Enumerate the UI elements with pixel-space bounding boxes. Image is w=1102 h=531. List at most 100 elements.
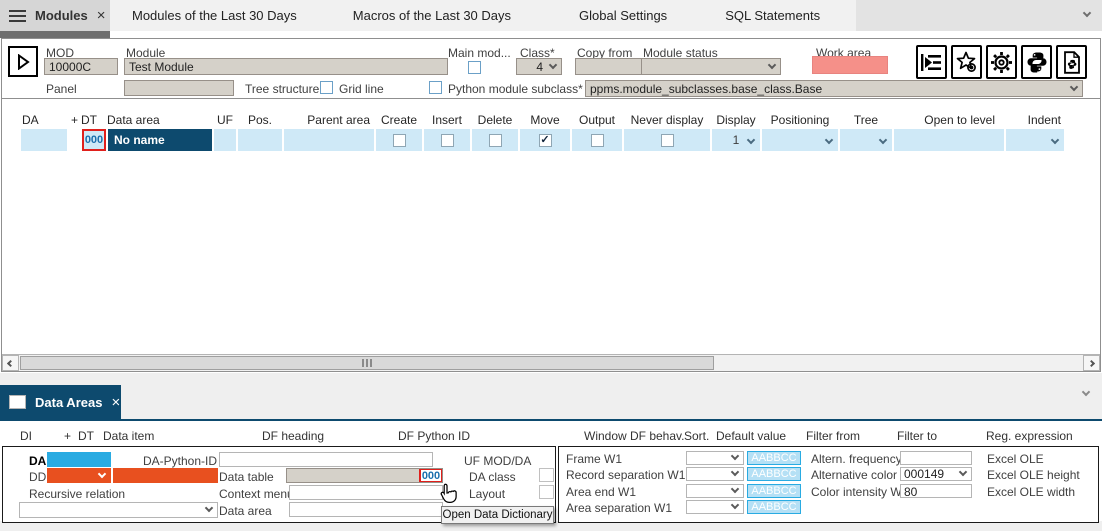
python-button[interactable]: [1021, 45, 1052, 79]
module-name-input[interactable]: Test Module: [124, 58, 448, 75]
delete-checkbox[interactable]: [489, 134, 502, 147]
module-toolbar: MOD 10000C Module Test Module Main mod..…: [2, 39, 1100, 99]
tooltip: Open Data Dictionary: [441, 506, 554, 524]
tab-modules-last-30-days[interactable]: Modules of the Last 30 Days: [132, 0, 297, 31]
bcol-dt: DT: [78, 429, 94, 443]
da-class-field[interactable]: [539, 468, 554, 482]
cell-data-area-name[interactable]: No name: [108, 129, 212, 151]
display-select[interactable]: 1: [712, 129, 760, 151]
scrollbar-thumb[interactable]: [20, 356, 714, 370]
copy-from-input[interactable]: [575, 58, 651, 75]
data-area-input[interactable]: [289, 502, 443, 517]
tab-modules[interactable]: Modules ×: [0, 0, 110, 31]
grid-line-checkbox[interactable]: [320, 81, 333, 94]
tree-select[interactable]: [840, 129, 892, 151]
data-area-table-header: DA + DT Data area UF Pos. Parent area Cr…: [2, 111, 1100, 129]
close-icon[interactable]: ×: [97, 7, 106, 24]
gear-icon: [990, 51, 1013, 74]
indent-select[interactable]: [1006, 129, 1064, 151]
da-python-id-input[interactable]: [219, 452, 433, 467]
color-intensity-w1-input[interactable]: 80: [900, 484, 972, 498]
col-plus[interactable]: +: [68, 111, 81, 129]
col-open-to-level: Open to level: [893, 111, 1005, 129]
col-tree: Tree: [839, 111, 893, 129]
area-end-w1-color-field[interactable]: AABBCC: [747, 484, 801, 498]
outline-run-button[interactable]: [916, 45, 947, 79]
output-checkbox[interactable]: [591, 134, 604, 147]
tab-global-settings[interactable]: Global Settings: [579, 0, 667, 31]
cell-dt-highlighted[interactable]: 000: [82, 129, 106, 151]
python-file-button[interactable]: [1056, 45, 1087, 79]
tab-data-areas-label: Data Areas: [35, 395, 102, 410]
da-class-label: DA class: [469, 470, 516, 484]
tab-sql-statements[interactable]: SQL Statements: [725, 0, 820, 31]
col-move: Move: [519, 111, 571, 129]
context-menu-input[interactable]: [289, 485, 443, 500]
panel-label: Panel: [46, 82, 77, 96]
class-select[interactable]: 4: [516, 58, 562, 75]
close-icon[interactable]: ×: [111, 394, 120, 411]
outline-run-icon: [921, 53, 942, 72]
area-separation-w1-label: Area separation W1: [566, 501, 672, 515]
frame-w1-color-field[interactable]: AABBCC: [747, 451, 801, 465]
data-area-table-row[interactable]: 000 No name ✓ 1: [2, 128, 1100, 152]
settings-button[interactable]: [986, 45, 1017, 79]
da-label: DA: [29, 454, 46, 468]
ddi-value-field[interactable]: [113, 468, 218, 483]
bcol-plus[interactable]: +: [64, 429, 71, 443]
mod-input[interactable]: 10000C: [44, 58, 118, 75]
tab-macros-last-30-days[interactable]: Macros of the Last 30 Days: [353, 0, 511, 31]
form-row-area-end-w1: Area end W1 AABBCC Color intensity W1 80…: [559, 484, 1098, 499]
open-to-level-cell[interactable]: [894, 129, 1004, 151]
alternative-color-select[interactable]: 000149: [900, 467, 972, 481]
data-table-label: Data table: [219, 470, 274, 484]
tab-data-areas[interactable]: Data Areas ×: [0, 385, 121, 419]
never-display-checkbox[interactable]: [661, 134, 674, 147]
area-separation-w1-select[interactable]: [686, 500, 744, 514]
create-checkbox[interactable]: [393, 134, 406, 147]
context-menu-label: Context menu: [219, 487, 294, 501]
python-subclass-select[interactable]: ppms.module_subclasses.base_class.Base: [585, 80, 1083, 97]
col-indent: Indent: [1005, 111, 1065, 129]
uf-mod-da-label: UF MOD/DA: [464, 454, 531, 468]
frame-w1-select[interactable]: [686, 451, 744, 465]
scroll-right-button[interactable]: [1083, 355, 1100, 371]
run-module-button[interactable]: [8, 46, 38, 77]
record-separation-w1-color-field[interactable]: AABBCC: [747, 467, 801, 481]
data-area-label: Data area: [219, 504, 272, 518]
col-delete: Delete: [471, 111, 519, 129]
scroll-left-button[interactable]: [2, 355, 19, 371]
horizontal-scrollbar[interactable]: [2, 354, 1100, 371]
positioning-select[interactable]: [762, 129, 838, 151]
hand-cursor-icon: [440, 483, 458, 508]
da-color-field[interactable]: [47, 452, 111, 467]
recursive-relation-select[interactable]: [19, 502, 218, 518]
col-output: Output: [571, 111, 623, 129]
menu-icon[interactable]: [9, 395, 26, 409]
col-data-area: Data area: [107, 111, 213, 129]
altern-frequency-input[interactable]: [900, 451, 972, 465]
ddi-select[interactable]: [47, 468, 111, 483]
panel-input[interactable]: [124, 80, 234, 96]
cell-parent-area[interactable]: [284, 129, 374, 151]
work-area-field[interactable]: [812, 56, 888, 74]
record-separation-w1-select[interactable]: [686, 467, 744, 481]
move-checkbox[interactable]: ✓: [539, 134, 552, 147]
color-intensity-w1-label: Color intensity W1: [811, 485, 908, 499]
python-subclass-checkbox[interactable]: [429, 81, 442, 94]
star-gear-button[interactable]: [951, 45, 982, 79]
main-mod-checkbox[interactable]: [468, 61, 481, 74]
layout-field[interactable]: [539, 485, 554, 499]
menu-icon[interactable]: [9, 10, 26, 22]
cell-da[interactable]: [21, 129, 67, 151]
cell-pos[interactable]: [238, 129, 282, 151]
cell-uf[interactable]: [214, 129, 236, 151]
area-end-w1-select[interactable]: [686, 484, 744, 498]
insert-checkbox[interactable]: [441, 134, 454, 147]
module-status-select[interactable]: [641, 58, 781, 75]
data-table-input[interactable]: 000: [286, 468, 443, 483]
main-mod-label: Main mod...: [448, 46, 511, 60]
area-separation-w1-color-field[interactable]: AABBCC: [747, 500, 801, 514]
data-dictionary-badge[interactable]: 000: [419, 468, 443, 483]
python-file-icon: [1062, 51, 1082, 74]
